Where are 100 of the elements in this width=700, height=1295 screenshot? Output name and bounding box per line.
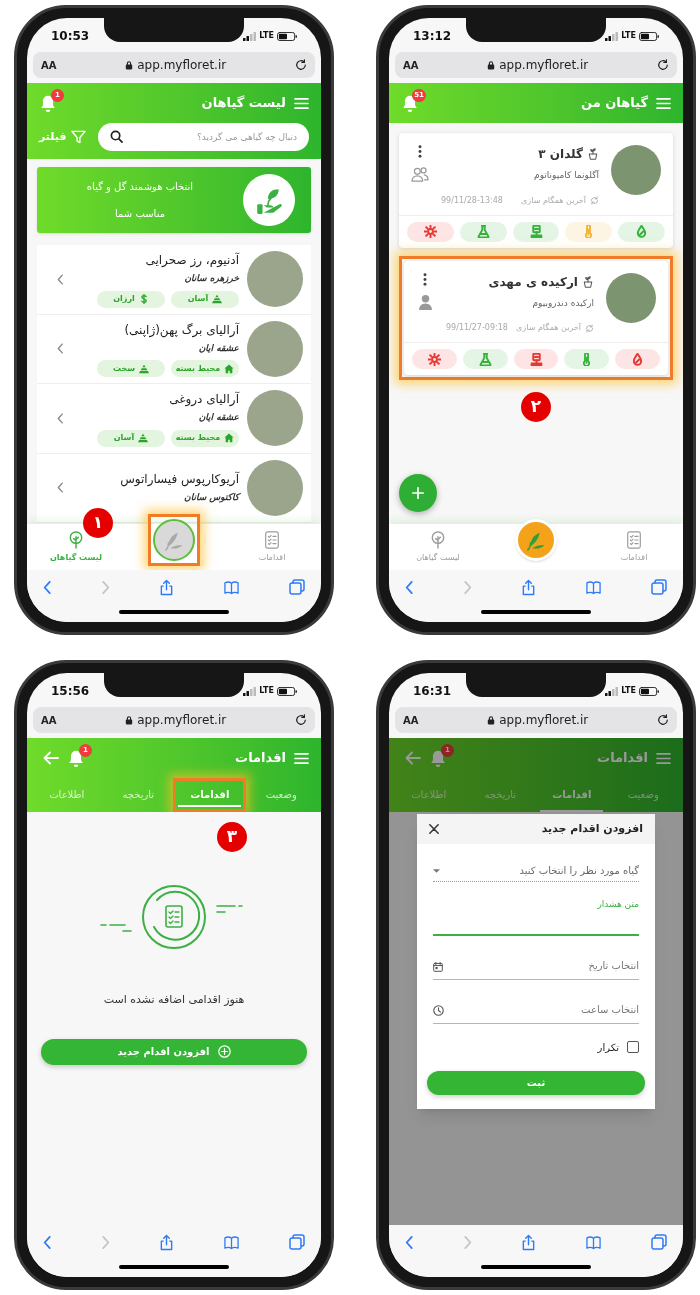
notification-bell-icon[interactable] bbox=[39, 94, 57, 112]
reload-icon[interactable] bbox=[295, 714, 307, 726]
text-size-button[interactable]: AA bbox=[41, 57, 57, 73]
more-options-icon[interactable] bbox=[423, 272, 427, 286]
checklist-icon bbox=[264, 530, 280, 549]
tab[interactable]: اطلاعات bbox=[37, 778, 97, 812]
sync-time: 99/11/27-09:18 bbox=[446, 322, 508, 334]
signal-icon bbox=[605, 686, 619, 696]
plus-icon bbox=[412, 487, 424, 499]
tag-label: سخت bbox=[112, 362, 136, 375]
date-field[interactable]: انتخاب تاریخ bbox=[433, 951, 639, 980]
search-icon bbox=[109, 130, 123, 143]
tabs-icon[interactable] bbox=[651, 579, 667, 595]
share-icon[interactable] bbox=[159, 578, 174, 596]
tab[interactable]: اطلاعات bbox=[399, 778, 459, 812]
reload-icon[interactable] bbox=[657, 714, 669, 726]
recommendation-banner[interactable]: انتخاب هوشمند گل و گیاه مناسب شما bbox=[37, 167, 311, 233]
nav-tab[interactable]: لیست گیاهان bbox=[389, 530, 487, 564]
plant-name: گلدان ۳ bbox=[538, 146, 583, 163]
tab[interactable]: تاریخچه bbox=[110, 778, 167, 812]
sensor-pill[interactable] bbox=[462, 349, 508, 369]
page-title: اقدامات bbox=[597, 749, 648, 768]
menu-icon[interactable] bbox=[294, 751, 309, 765]
tabs-icon[interactable] bbox=[289, 579, 305, 595]
plant-name: آرالیای برگ پهن(ژاپنی) bbox=[123, 321, 239, 339]
clock-icon bbox=[433, 1004, 444, 1016]
chevron-left-icon bbox=[57, 412, 64, 424]
more-options-icon[interactable] bbox=[418, 145, 422, 158]
menu-icon[interactable] bbox=[294, 96, 309, 110]
address-bar[interactable]: AA app.myfloret.ir bbox=[395, 52, 677, 78]
plus-circle-icon bbox=[217, 1045, 231, 1058]
address-bar[interactable]: AA app.myfloret.ir bbox=[33, 707, 315, 733]
submit-button[interactable]: ثبت bbox=[427, 1070, 645, 1095]
potted-plant-icon bbox=[587, 148, 599, 160]
sync-time: 99/11/28-13:48 bbox=[441, 194, 503, 207]
nav-tab[interactable]: اقدامات bbox=[223, 530, 321, 564]
tab[interactable]: اقدامات bbox=[178, 783, 242, 807]
chevron-left-icon[interactable] bbox=[43, 579, 52, 595]
plant-family: عشقه ایان bbox=[197, 341, 239, 355]
search-field[interactable]: دنبال چه گیاهی می گردید؟ bbox=[97, 123, 309, 151]
sensor-pill[interactable] bbox=[407, 221, 454, 242]
tag-label: محیط بسته bbox=[175, 362, 221, 375]
notification-bell-icon[interactable] bbox=[67, 749, 85, 767]
tab[interactable]: تاریخچه bbox=[472, 778, 529, 812]
url-text: app.myfloret.ir bbox=[137, 57, 227, 74]
plant-species: ارکیده دندروبیوم bbox=[531, 296, 594, 310]
text-size-button[interactable]: AA bbox=[41, 712, 57, 728]
network-label: LTE bbox=[259, 685, 274, 697]
chevron-left-icon[interactable] bbox=[405, 579, 414, 595]
sensor-pill[interactable] bbox=[512, 221, 560, 242]
plant-name: آرالیای دروغی bbox=[168, 390, 239, 408]
chevron-left-icon[interactable] bbox=[405, 1234, 414, 1250]
sensor-pill[interactable] bbox=[564, 349, 610, 369]
notification-bell-icon[interactable] bbox=[429, 749, 447, 767]
book-icon[interactable] bbox=[585, 1234, 602, 1250]
share-icon[interactable] bbox=[521, 1233, 536, 1251]
text-size-button[interactable]: AA bbox=[403, 57, 419, 73]
repeat-checkbox[interactable] bbox=[627, 1041, 639, 1053]
funnel-icon bbox=[70, 130, 86, 144]
book-icon[interactable] bbox=[223, 1234, 240, 1250]
plant-list-item[interactable]: آرالیای برگ پهن(ژاپنی) عشقه ایان محیط بسته سخت bbox=[37, 314, 311, 384]
share-icon[interactable] bbox=[521, 578, 536, 596]
checkbox-label: تکرار bbox=[597, 1040, 619, 1055]
plant-list-item[interactable]: آرالیای دروغی عشقه ایان محیط بسته آسان bbox=[37, 384, 311, 454]
tab[interactable]: وضعیت bbox=[253, 778, 309, 812]
plant-name: آدنیوم، رز صحرایی bbox=[144, 251, 239, 269]
book-icon[interactable] bbox=[585, 579, 602, 595]
book-icon[interactable] bbox=[223, 579, 240, 595]
address-bar[interactable]: AA app.myfloret.ir bbox=[33, 52, 315, 78]
add-fab[interactable] bbox=[399, 474, 437, 512]
tab[interactable]: وضعیت bbox=[615, 778, 671, 812]
filter-button[interactable]: فیلتر bbox=[39, 128, 86, 146]
reload-icon[interactable] bbox=[295, 59, 307, 71]
menu-icon[interactable] bbox=[656, 751, 671, 765]
share-icon[interactable] bbox=[159, 1233, 174, 1251]
url-text: app.myfloret.ir bbox=[499, 57, 589, 74]
tabs-icon[interactable] bbox=[651, 1234, 667, 1250]
sensor-pill[interactable] bbox=[412, 349, 457, 369]
tabs-icon[interactable] bbox=[289, 1234, 305, 1250]
sensor-pill[interactable] bbox=[615, 349, 660, 369]
plant-select[interactable]: گیاه مورد نظر را انتخاب کنید bbox=[433, 860, 639, 882]
sensor-pill[interactable] bbox=[513, 349, 559, 369]
tag-label: ارزان bbox=[113, 293, 135, 305]
chevron-left-icon[interactable] bbox=[43, 1234, 52, 1250]
time-field[interactable]: انتخاب ساعت bbox=[433, 995, 639, 1024]
add-action-button[interactable]: افزودن اقدام جدید bbox=[41, 1038, 307, 1065]
sensor-pill[interactable] bbox=[618, 221, 665, 242]
tree-icon bbox=[430, 530, 446, 549]
plant-list-item[interactable]: آدنیوم، رز صحرایی خرزهره سانان آسان ارزان bbox=[37, 245, 311, 315]
sync-icon bbox=[590, 196, 599, 205]
photo-placeholder bbox=[611, 145, 661, 195]
signal-icon bbox=[605, 31, 619, 41]
hand-leaf-icon bbox=[243, 174, 295, 226]
address-bar[interactable]: AA app.myfloret.ir bbox=[395, 707, 677, 733]
sensor-pill[interactable] bbox=[459, 221, 507, 242]
reload-icon[interactable] bbox=[657, 59, 669, 71]
nav-tab[interactable]: اقدامات bbox=[585, 530, 683, 564]
menu-icon[interactable] bbox=[656, 96, 671, 110]
close-icon[interactable] bbox=[429, 824, 439, 834]
text-size-button[interactable]: AA bbox=[403, 712, 419, 728]
